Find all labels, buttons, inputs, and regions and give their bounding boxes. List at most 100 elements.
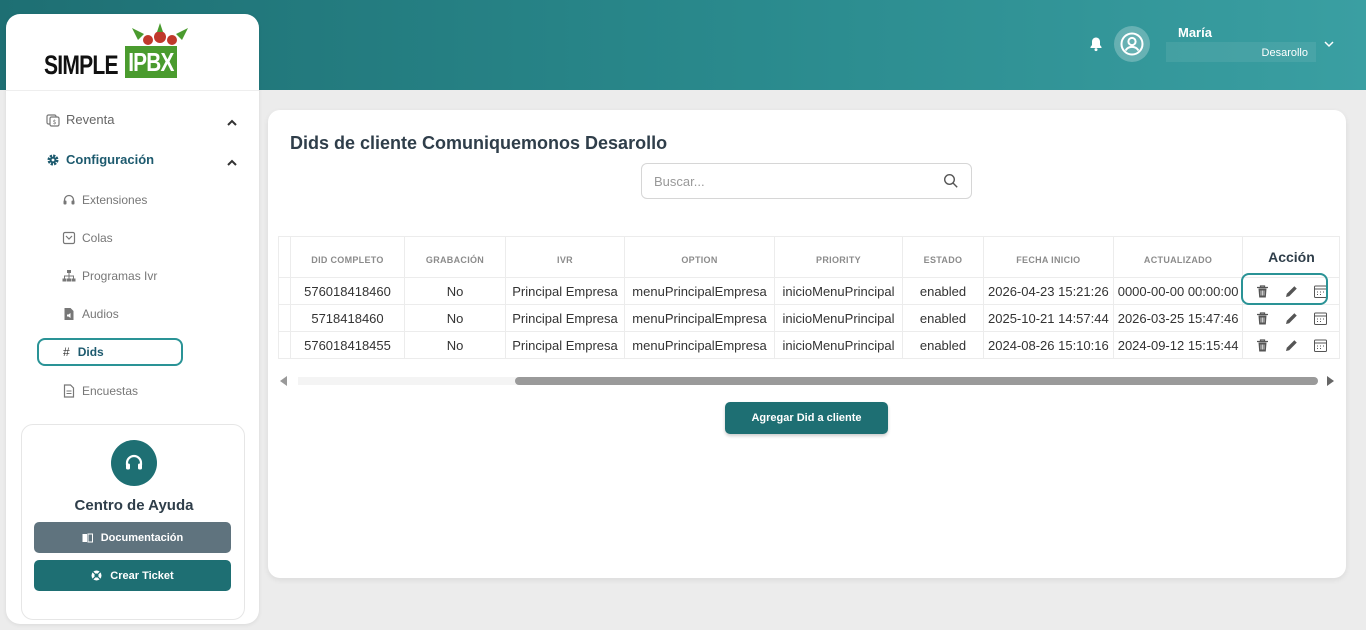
column-header-option[interactable]: OPTION [624, 236, 775, 278]
add-did-button[interactable]: Agregar Did a cliente [725, 402, 888, 434]
trash-icon[interactable] [1255, 338, 1270, 353]
sidebar-item-dids[interactable]: # Dids [37, 338, 183, 366]
sidebar-item-label: Dids [77, 345, 104, 359]
main-card: Dids de cliente Comuniquemonos Desarollo… [268, 110, 1346, 578]
sidebar-item-label: Colas [82, 231, 113, 245]
sitemap-icon [62, 269, 76, 283]
scroll-thumb[interactable] [515, 377, 1318, 385]
table-header-spacer [278, 236, 291, 278]
sidebar-item-programas-ivr[interactable]: Programas Ivr [62, 269, 157, 283]
cell-fecha-inicio: 2024-08-26 15:10:16 [983, 331, 1114, 359]
survey-icon [62, 384, 76, 398]
trash-icon[interactable] [1255, 311, 1270, 326]
cell-did-completo: 576018418460 [290, 277, 405, 305]
cell-option: menuPrincipalEmpresa [624, 277, 775, 305]
help-center-card: Centro de Ayuda Documentación Crear Tick… [21, 424, 245, 620]
logo[interactable]: SIMPLE IPBX [44, 23, 194, 84]
cell-grabacion: No [404, 304, 506, 332]
hash-icon: # [63, 345, 70, 359]
audio-file-icon [62, 307, 76, 321]
column-header-did-completo[interactable]: DID COMPLETO [290, 236, 405, 278]
cell-grabacion: No [404, 331, 506, 359]
row-spacer [278, 331, 291, 359]
sidebar-item-label: Reventa [66, 112, 115, 127]
search-box [641, 163, 972, 199]
column-header-estado[interactable]: ESTADO [902, 236, 984, 278]
sidebar-item-reventa[interactable]: $ Reventa [46, 112, 114, 127]
logo-text-simple: SIMPLE [44, 50, 118, 80]
sidebar-item-label: Programas Ivr [82, 269, 158, 283]
documentation-label: Documentación [100, 531, 184, 544]
column-header-priority[interactable]: PRIORITY [774, 236, 903, 278]
user-info[interactable]: María Desarollo [1166, 22, 1316, 66]
bell-icon[interactable] [1088, 36, 1104, 52]
cell-fecha-inicio: 2025-10-21 14:57:44 [983, 304, 1114, 332]
cell-estado: enabled [902, 331, 984, 359]
scroll-right-arrow-icon[interactable] [1327, 376, 1334, 386]
chevron-down-icon[interactable] [1322, 37, 1336, 51]
scroll-left-arrow-icon[interactable] [280, 376, 287, 386]
lifebuoy-icon [91, 570, 102, 581]
sidebar-item-audios[interactable]: Audios [62, 307, 119, 321]
column-header-actualizado[interactable]: ACTUALIZADO [1112, 236, 1244, 278]
search-icon[interactable] [943, 173, 959, 189]
sidebar-divider [6, 90, 259, 91]
user-name: María [1178, 25, 1212, 40]
column-header-fecha-inicio[interactable]: FECHA INICIO [983, 236, 1114, 278]
sidebar-item-label: Configuración [66, 152, 155, 167]
table-header-row: DID COMPLETO GRABACIÓN IVR OPTION PRIORI… [278, 236, 1341, 278]
table-row: 576018418455 No Principal Empresa menuPr… [278, 331, 1341, 359]
sidebar-item-colas[interactable]: Colas [62, 231, 113, 245]
column-header-ivr[interactable]: IVR [505, 236, 625, 278]
column-header-grabacion[interactable]: GRABACIÓN [404, 236, 506, 278]
pencil-icon[interactable] [1284, 338, 1299, 353]
svg-text:$: $ [53, 119, 57, 126]
cell-actions [1242, 304, 1341, 332]
schedule-icon[interactable] [1313, 311, 1328, 326]
sidebar-item-label: Extensiones [82, 193, 148, 207]
cell-option: menuPrincipalEmpresa [624, 304, 775, 332]
cell-priority: inicioMenuPrincipal [774, 331, 903, 359]
headset-icon [62, 193, 76, 207]
action-highlight [1241, 273, 1328, 305]
user-icon [1120, 32, 1144, 56]
cell-grabacion: No [404, 277, 506, 305]
schedule-icon[interactable] [1313, 338, 1328, 353]
cell-estado: enabled [902, 277, 984, 305]
sidebar-item-extensiones[interactable]: Extensiones [62, 193, 147, 207]
help-center-title: Centro de Ayuda [74, 497, 194, 514]
cell-did-completo: 576018418455 [290, 331, 405, 359]
cell-ivr: Principal Empresa [505, 331, 625, 359]
sidebar: SIMPLE IPBX $ Reventa Configuración Exte… [6, 14, 259, 624]
search-input[interactable] [642, 164, 932, 198]
cell-actions [1242, 331, 1341, 359]
cell-actualizado: 0000-00-00 00:00:00 [1112, 277, 1244, 305]
queue-icon [62, 231, 76, 245]
sidebar-item-configuracion[interactable]: Configuración [46, 152, 154, 167]
table-row: 5718418460 No Principal Empresa menuPrin… [278, 304, 1341, 332]
cell-estado: enabled [902, 304, 984, 332]
pencil-icon[interactable] [1284, 311, 1299, 326]
horizontal-scrollbar[interactable] [280, 374, 1334, 388]
cell-fecha-inicio: 2026-04-23 15:21:26 [983, 277, 1114, 305]
reventa-icon: $ [46, 113, 60, 127]
sidebar-item-label: Audios [82, 307, 119, 321]
avatar[interactable] [1114, 26, 1150, 62]
cell-ivr: Principal Empresa [505, 304, 625, 332]
documentation-button[interactable]: Documentación [34, 522, 231, 553]
chevron-up-icon[interactable] [226, 157, 238, 169]
logo-text-ipbx: IPBX [125, 46, 177, 78]
create-ticket-button[interactable]: Crear Ticket [34, 560, 231, 591]
page-title: Dids de cliente Comuniquemonos Desarollo [290, 133, 668, 153]
cell-did-completo: 5718418460 [290, 304, 405, 332]
table-row: 576018418460 No Principal Empresa menuPr… [278, 277, 1341, 305]
cell-ivr: Principal Empresa [505, 277, 625, 305]
cell-option: menuPrincipalEmpresa [624, 331, 775, 359]
column-header-accion: Acción [1242, 236, 1341, 278]
chevron-up-icon[interactable] [226, 117, 238, 129]
sidebar-item-encuestas[interactable]: Encuestas [62, 384, 138, 398]
cell-priority: inicioMenuPrincipal [774, 304, 903, 332]
user-role: Desarollo [1166, 42, 1316, 62]
cell-priority: inicioMenuPrincipal [774, 277, 903, 305]
user-area: María Desarollo [1088, 22, 1336, 66]
